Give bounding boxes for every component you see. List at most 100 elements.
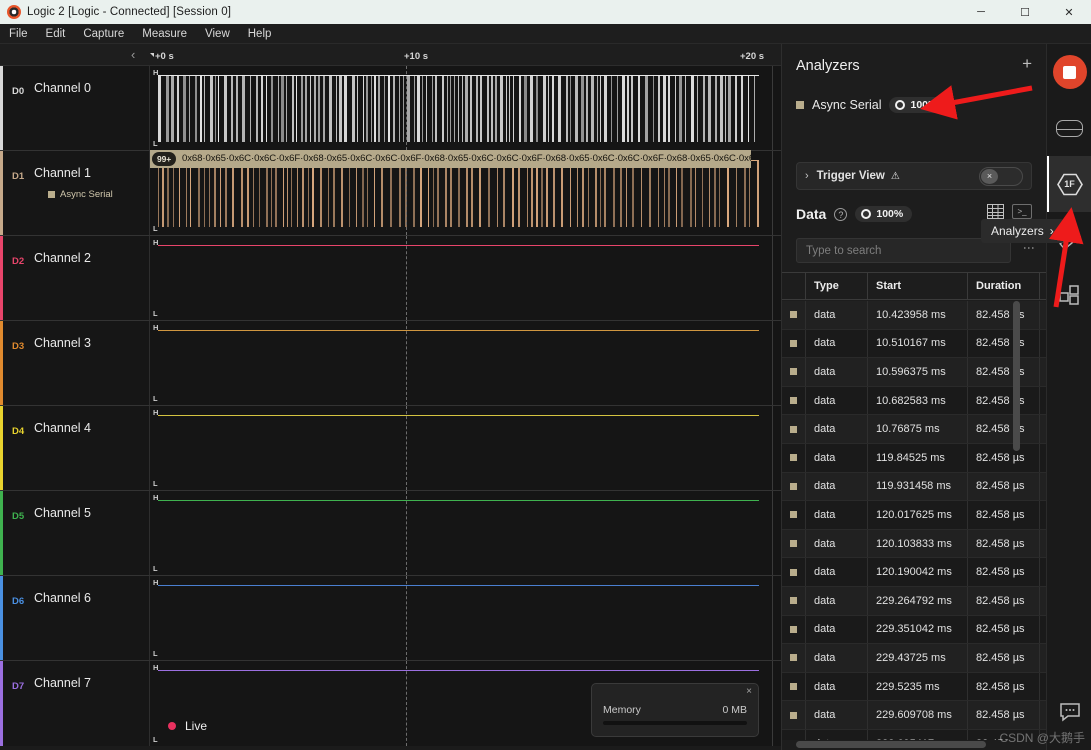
maximize-button[interactable]: ☐	[1003, 0, 1047, 24]
channel-code: D2	[12, 256, 25, 267]
analyzer-progress-badge: 100%	[889, 97, 947, 113]
menu-item-view[interactable]: View	[196, 24, 239, 44]
channel-label-d7[interactable]: D7 Channel 7	[0, 661, 150, 746]
channel-label-d2[interactable]: D2 Channel 2	[0, 236, 150, 320]
time-cursor[interactable]	[406, 66, 407, 150]
table-row[interactable]: data 10.596375 ms 82.458 µs	[782, 358, 1046, 387]
channel-row-d0[interactable]: D0 Channel 0 HL	[0, 66, 781, 151]
live-label: Live	[185, 719, 208, 733]
table-vertical-scrollbar[interactable]	[1013, 301, 1020, 451]
memory-label: Memory	[603, 704, 641, 716]
menu-item-file[interactable]: File	[0, 24, 37, 44]
channel-row-d6[interactable]: D6 Channel 6 HL	[0, 576, 781, 661]
table-row[interactable]: data 120.017625 ms 82.458 µs	[782, 501, 1046, 530]
grid-view-icon[interactable]	[987, 204, 1004, 219]
row-duration: 82.458 µs	[968, 386, 1040, 415]
channel-label-d0[interactable]: D0 Channel 0	[0, 66, 150, 150]
analyzer-item-async-serial[interactable]: Async Serial 100%	[796, 94, 1032, 116]
data-options-kebab-icon[interactable]: ⋮	[1022, 242, 1036, 254]
table-row[interactable]: data 229.264792 ms 82.458 µs	[782, 586, 1046, 616]
channel-code: D3	[12, 341, 25, 352]
search-input-wrapper[interactable]	[796, 238, 1011, 263]
analyzers-button[interactable]: 1F	[1047, 156, 1091, 212]
channel-waveform-d4[interactable]: HL	[150, 406, 781, 490]
timeline-back-chevron-icon[interactable]: ‹	[131, 47, 135, 62]
chevron-right-icon[interactable]: ›	[805, 170, 809, 182]
table-row[interactable]: data 119.931458 ms 82.458 µs	[782, 472, 1046, 502]
row-type: data	[806, 301, 868, 329]
channel-label-d6[interactable]: D6 Channel 6	[0, 576, 150, 660]
extensions-button[interactable]	[1047, 268, 1091, 324]
help-icon[interactable]: ?	[834, 207, 848, 221]
table-row[interactable]: data 120.190042 ms 82.458 µs	[782, 558, 1046, 587]
channel-analyzer-tag[interactable]: Async Serial	[48, 189, 113, 200]
table-row[interactable]: data 120.103833 ms 82.458 µs	[782, 529, 1046, 559]
waveform-baseline	[158, 330, 759, 331]
pulse-train	[158, 75, 759, 142]
menu-item-edit[interactable]: Edit	[37, 24, 75, 44]
hex-annotation-strip[interactable]: 99+ 0x68·0x65·0x6C·0x6C·0x6F·0x68·0x65·0x…	[150, 150, 751, 168]
table-row[interactable]: data 229.43725 ms 82.458 µs	[782, 644, 1046, 673]
waveform-baseline	[158, 500, 759, 501]
trigger-view-toggle[interactable]: ×	[979, 166, 1023, 186]
time-cursor[interactable]	[406, 661, 407, 746]
trigger-view-row[interactable]: › Trigger View ⚠ ×	[796, 162, 1032, 190]
channel-name: Channel 3	[34, 336, 91, 350]
table-horizontal-scrollbar[interactable]	[796, 741, 986, 748]
menu-item-help[interactable]: Help	[239, 24, 281, 44]
time-cursor[interactable]	[406, 576, 407, 660]
table-header-row: Type Start Duration	[782, 272, 1065, 300]
table-header-duration[interactable]: Duration	[968, 273, 1040, 299]
row-type: data	[806, 644, 868, 672]
device-button[interactable]	[1047, 100, 1091, 156]
search-input[interactable]	[797, 239, 1010, 262]
table-row[interactable]: data 229.351042 ms 82.458 µs	[782, 615, 1046, 645]
table-row[interactable]: data 10.423958 ms 82.458 µs	[782, 301, 1046, 330]
add-analyzer-button[interactable]: +	[1022, 55, 1032, 72]
timeline-ruler[interactable]: ‹ +0 s +10 s +20 s	[0, 44, 781, 66]
table-row[interactable]: data 10.76875 ms 82.458 µs	[782, 415, 1046, 444]
row-marker	[782, 644, 806, 672]
row-duration: 82.458 µs	[968, 644, 1040, 672]
table-row[interactable]: data 229.609708 ms 82.458 µs	[782, 701, 1046, 730]
table-row[interactable]: data 119.84525 ms 82.458 µs	[782, 443, 1046, 473]
table-header-start[interactable]: Start	[868, 273, 968, 299]
channel-label-d5[interactable]: D5 Channel 5	[0, 491, 150, 575]
channel-waveform-d5[interactable]: HL	[150, 491, 781, 575]
table-row[interactable]: data 229.5235 ms 82.458 µs	[782, 672, 1046, 702]
channel-row-d4[interactable]: D4 Channel 4 HL	[0, 406, 781, 491]
time-cursor[interactable]	[406, 406, 407, 490]
channel-waveform-d3[interactable]: HL	[150, 321, 781, 405]
time-cursor[interactable]	[406, 321, 407, 405]
time-cursor[interactable]	[406, 491, 407, 575]
channel-waveform-d0[interactable]: HL	[150, 66, 781, 150]
memory-bar	[603, 721, 747, 725]
channel-waveform-d2[interactable]: HL	[150, 236, 781, 320]
minimize-button[interactable]: ─	[959, 0, 1003, 24]
menu-item-capture[interactable]: Capture	[74, 24, 133, 44]
toggle-knob-icon: ×	[981, 168, 998, 184]
channel-waveform-d6[interactable]: HL	[150, 576, 781, 660]
channel-label-d4[interactable]: D4 Channel 4	[0, 406, 150, 490]
channel-label-d3[interactable]: D3 Channel 3	[0, 321, 150, 405]
menu-item-measure[interactable]: Measure	[133, 24, 196, 44]
terminal-icon[interactable]: >_	[1012, 204, 1032, 219]
data-section-header: Data ? 100%	[796, 206, 913, 222]
table-row[interactable]: data 10.510167 ms 82.458 µs	[782, 329, 1046, 359]
hex-1f-icon: 1F	[1056, 173, 1083, 196]
hex-label: 1F	[1064, 179, 1075, 189]
memory-close-icon[interactable]: ×	[746, 686, 752, 697]
time-cursor[interactable]	[406, 236, 407, 320]
channel-label-d1[interactable]: D1 Channel 1 Async Serial	[0, 151, 150, 235]
channel-row-d2[interactable]: D2 Channel 2 HL	[0, 236, 781, 321]
channel-accent-bar	[0, 406, 3, 490]
channel-row-d3[interactable]: D3 Channel 3 HL	[0, 321, 781, 406]
low-marker: L	[153, 394, 158, 403]
table-row[interactable]: data 10.682583 ms 82.458 µs	[782, 386, 1046, 416]
table-header-type[interactable]: Type	[806, 273, 868, 299]
channel-row-d5[interactable]: D5 Channel 5 HL	[0, 491, 781, 576]
channel-row-d1[interactable]: D1Channel 1Async SerialHL99+0x68·0x65·0x…	[0, 150, 781, 236]
close-button[interactable]: ✕	[1047, 0, 1091, 24]
row-marker	[782, 358, 806, 386]
stop-capture-button[interactable]	[1047, 44, 1091, 100]
